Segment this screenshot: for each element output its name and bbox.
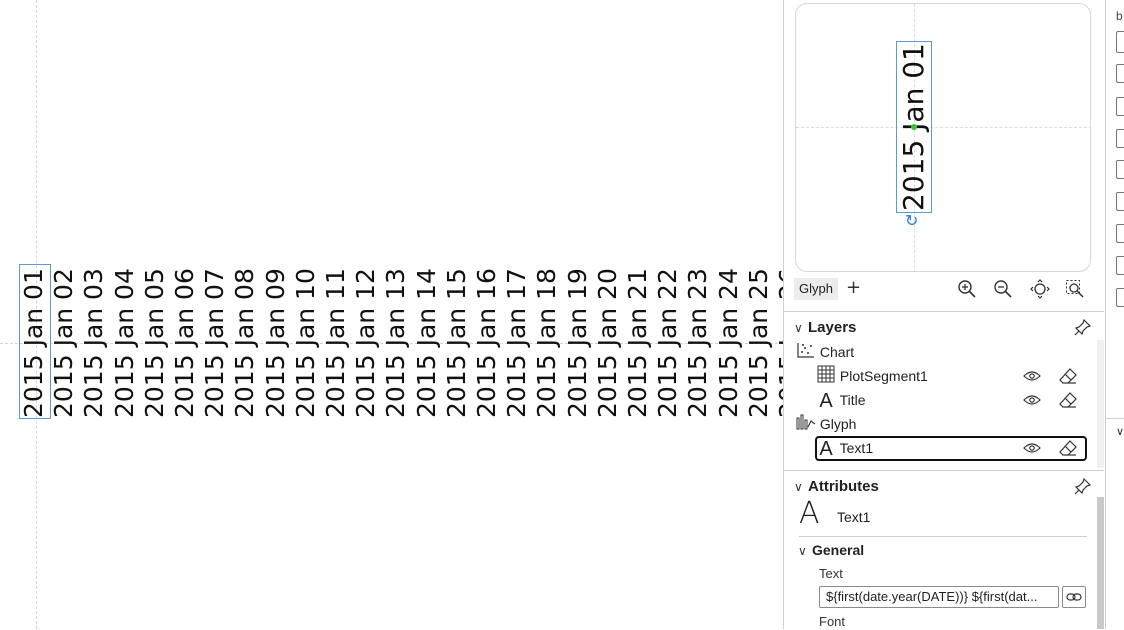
strip-button[interactable]: [1116, 288, 1124, 307]
selected-glyph-box[interactable]: [19, 264, 51, 419]
layer-plot-segment[interactable]: PlotSegment1: [816, 364, 1086, 388]
date-label: 2015 Jan 13: [381, 268, 411, 418]
date-label: 2015 Jan 23: [683, 268, 713, 418]
chevron-down-icon: ∨: [794, 321, 803, 335]
side-panel: 2015 Jan 01 ↻ Glyph + ∨ Layers Chart Plo…: [783, 0, 1105, 629]
layer-glyph-label: Glyph: [819, 416, 857, 432]
date-label: 2015 Jan 11: [321, 268, 350, 418]
text-icon: A: [819, 438, 833, 461]
date-label: 2015 Jan 17: [502, 268, 532, 418]
date-label: 2015 Jan 22: [653, 268, 683, 418]
date-label: 2015 Jan 15: [441, 268, 471, 418]
text-element-icon: A: [799, 496, 820, 531]
glyph-icon: [796, 413, 816, 437]
layers-scroll-track[interactable]: [1097, 340, 1104, 468]
fit-view-icon[interactable]: [1029, 278, 1051, 300]
date-label: 2015 Jan 05: [139, 268, 169, 418]
rotate-handle-icon[interactable]: ↻: [905, 212, 918, 230]
right-toolbar-strip: b ∨: [1105, 0, 1124, 629]
date-label: 2015 Jan 16: [472, 268, 501, 418]
element-separator: [799, 536, 1087, 537]
strip-button[interactable]: [1116, 64, 1124, 83]
date-label: 2015 Jan 26: [774, 268, 783, 418]
layer-chart[interactable]: Chart: [796, 340, 854, 364]
date-label: 2015 Jan 10: [290, 268, 320, 418]
date-label: 2015 Jan 14: [411, 268, 441, 418]
element-name: Text1: [837, 509, 871, 525]
chevron-down-icon: ∨: [798, 544, 807, 558]
layer-text1[interactable]: A Text1: [816, 436, 1086, 460]
pin-icon[interactable]: [1074, 318, 1094, 338]
attributes-separator: [784, 470, 1104, 471]
date-label: 2015 Jan 02: [49, 268, 79, 418]
attributes-title: Attributes: [808, 478, 879, 495]
strip-label: b: [1116, 9, 1123, 23]
date-label: 2015 Jan 24: [713, 268, 743, 418]
strip-button[interactable]: [1116, 129, 1124, 148]
layer-title-label: Title: [839, 392, 866, 408]
layers-separator: [784, 311, 1104, 312]
date-label: 2015 Jan 09: [260, 268, 290, 418]
eye-icon[interactable]: [1022, 390, 1042, 410]
link-icon[interactable]: [1062, 586, 1086, 608]
chevron-down-icon[interactable]: ∨: [1116, 425, 1124, 438]
date-label: 2015 Jan 12: [351, 268, 381, 418]
zoom-out-icon[interactable]: [992, 278, 1014, 300]
text-field-label: Text: [819, 566, 843, 581]
eye-icon[interactable]: [1022, 366, 1042, 386]
zoom-in-icon[interactable]: [956, 278, 978, 300]
eraser-icon[interactable]: [1058, 438, 1078, 458]
tab-glyph[interactable]: Glyph: [794, 278, 838, 300]
date-label: 2015 Jan 08: [230, 268, 260, 418]
date-label: 2015 Jan 25: [743, 268, 773, 418]
glyph-preview[interactable]: 2015 Jan 01 ↻: [795, 3, 1091, 272]
preview-horizontal-guide: [796, 127, 1090, 128]
scatter-chart-icon: [796, 341, 816, 365]
general-title: General: [812, 542, 865, 558]
date-label: 2015 Jan 06: [170, 268, 199, 418]
attributes-scrollbar[interactable]: [1097, 497, 1104, 629]
layer-plot-segment-label: PlotSegment1: [839, 368, 928, 384]
eraser-icon[interactable]: [1058, 390, 1078, 410]
layers-title: Layers: [808, 319, 857, 336]
plus-icon[interactable]: +: [846, 277, 861, 299]
clipboard-icon[interactable]: [1116, 31, 1124, 53]
date-label: 2015 Jan 07: [200, 268, 230, 418]
eye-icon[interactable]: [1022, 438, 1042, 458]
date-label: 2015 Jan 03: [79, 268, 109, 418]
strip-button[interactable]: [1116, 256, 1124, 275]
date-label: 2015 Jan 19: [562, 268, 592, 418]
text-expression-input[interactable]: ${first(date.year(DATE))} ${first(dat...: [819, 586, 1059, 608]
font-field-label: Font: [819, 614, 846, 629]
strip-button[interactable]: [1116, 224, 1124, 243]
eraser-icon[interactable]: [1058, 366, 1078, 386]
layer-glyph[interactable]: Glyph: [796, 412, 856, 436]
attributes-header[interactable]: ∨ Attributes: [794, 477, 879, 497]
grid-icon: [816, 365, 836, 390]
strip-button[interactable]: [1116, 192, 1124, 211]
pin-icon[interactable]: [1074, 477, 1094, 497]
anchor-point[interactable]: [911, 124, 917, 130]
chart-canvas[interactable]: 2015 Jan 01 2015 Jan 02 2015 Jan 03 2015 Ja…: [0, 0, 783, 629]
strip-button[interactable]: [1116, 97, 1124, 116]
layer-title[interactable]: A Title: [816, 388, 1086, 412]
date-label: 2015 Jan 04: [109, 268, 139, 418]
strip-separator: [1106, 418, 1124, 419]
date-label: 2015 Jan 20: [592, 268, 622, 418]
zoom-selection-icon[interactable]: [1064, 278, 1086, 300]
layer-chart-label: Chart: [819, 344, 855, 360]
layer-text1-label: Text1: [839, 440, 874, 456]
layers-header[interactable]: ∨ Layers: [794, 318, 856, 338]
glyph-toolbar: Glyph +: [794, 277, 1094, 302]
date-label: 2015 Jan 21: [623, 268, 652, 418]
strip-button[interactable]: [1116, 160, 1124, 179]
chevron-down-icon: ∨: [794, 480, 803, 494]
general-header[interactable]: ∨ General: [798, 540, 864, 561]
text-icon: A: [819, 390, 833, 413]
date-label: 2015 Jan 18: [532, 268, 562, 418]
